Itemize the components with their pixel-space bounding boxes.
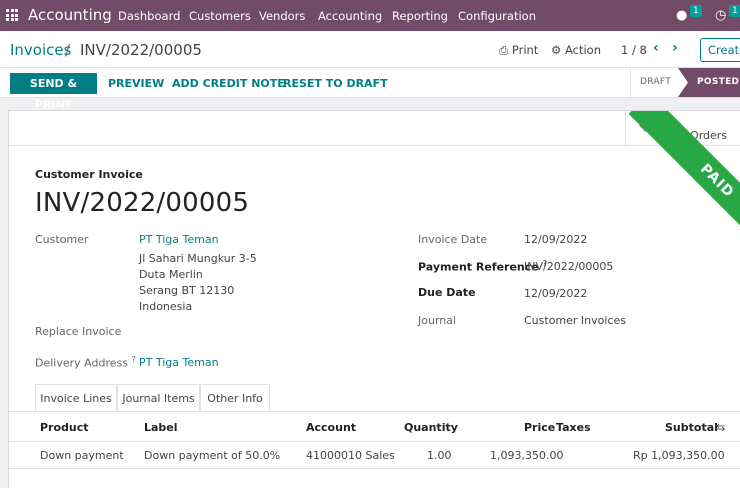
- activities-badge: 1: [729, 5, 740, 17]
- table-header-divider: [9, 441, 740, 442]
- tab-invoice-lines[interactable]: Invoice Lines: [35, 384, 117, 412]
- journal-label: Journal: [418, 314, 457, 327]
- print-label: Print: [511, 43, 539, 57]
- customer-label: Customer: [35, 233, 89, 246]
- customer-name-link[interactable]: PT Tiga Teman: [139, 233, 219, 246]
- clock-icon[interactable]: ◷: [715, 8, 726, 23]
- tab-other-info[interactable]: Other Info: [200, 384, 270, 412]
- customer-address-line: Jl Sahari Mungkur 3-5: [139, 252, 257, 265]
- status-draft[interactable]: DRAFT: [630, 68, 680, 97]
- menu-vendors[interactable]: Vendors: [259, 9, 305, 23]
- app-name[interactable]: Accounting: [28, 6, 112, 24]
- form-sheet: ✎ 1 Sale Orders PAID Customer Invoice IN…: [8, 110, 740, 488]
- menu-dashboard[interactable]: Dashboard: [118, 9, 180, 23]
- journal-value[interactable]: Customer Invoices: [524, 314, 626, 327]
- print-button[interactable]: ⎙ Print: [499, 43, 538, 58]
- apps-menu-icon[interactable]: [6, 9, 18, 21]
- help-icon: ?: [131, 355, 136, 364]
- customer-address-line: Duta Merlin: [139, 268, 203, 281]
- send-print-button[interactable]: SEND & PRINT: [10, 73, 97, 111]
- pager-next-icon[interactable]: ›: [672, 40, 678, 56]
- form-action-bar: SEND & PRINT PREVIEW ADD CREDIT NOTE RES…: [0, 68, 740, 111]
- column-header-account[interactable]: Account: [306, 421, 356, 434]
- column-header-label[interactable]: Label: [144, 421, 178, 434]
- delivery-address-label: Delivery Address ?: [35, 355, 136, 370]
- column-header-price[interactable]: Price: [524, 421, 555, 434]
- customer-address-line: Serang BT 12130: [139, 284, 235, 297]
- column-header-subtotal[interactable]: Subtotal: [665, 421, 718, 434]
- menu-customers[interactable]: Customers: [189, 9, 251, 23]
- gear-icon: ⚙: [551, 43, 562, 57]
- column-header-taxes[interactable]: Taxes: [556, 421, 591, 434]
- table-row-divider: [9, 468, 740, 469]
- due-date-label: Due Date: [418, 286, 476, 299]
- pager-previous-icon[interactable]: ‹: [653, 40, 659, 56]
- due-date-value[interactable]: 12/09/2022: [524, 287, 587, 300]
- invoice-type-label: Customer Invoice: [35, 168, 143, 181]
- action-button[interactable]: ⚙ Action: [551, 43, 601, 57]
- status-posted: POSTED: [678, 68, 740, 97]
- create-button[interactable]: Create: [700, 38, 740, 62]
- add-credit-note-button[interactable]: ADD CREDIT NOTE: [172, 77, 285, 90]
- cell-price[interactable]: 1,093,350.00: [490, 449, 563, 462]
- invoice-date-value[interactable]: 12/09/2022: [524, 233, 587, 246]
- action-label: Action: [564, 43, 601, 57]
- menu-accounting[interactable]: Accounting: [318, 9, 382, 23]
- tab-divider: [9, 411, 740, 412]
- menu-configuration[interactable]: Configuration: [458, 9, 536, 23]
- payment-reference-value[interactable]: INV/2022/00005: [524, 260, 613, 273]
- cell-subtotal: Rp 1,093,350.00: [633, 449, 725, 462]
- breadcrumb-invoices[interactable]: Invoices: [10, 41, 71, 59]
- cell-product[interactable]: Down payment: [40, 449, 124, 462]
- messages-badge: 1: [690, 5, 702, 17]
- delivery-address-link[interactable]: PT Tiga Teman: [139, 356, 219, 369]
- breadcrumb-current: INV/2022/00005: [80, 41, 202, 59]
- cell-label[interactable]: Down payment of 50.0%: [144, 449, 280, 462]
- invoice-number: INV/2022/00005: [35, 188, 250, 218]
- breadcrumb-separator: /: [65, 41, 71, 59]
- print-icon: ⎙: [499, 43, 509, 57]
- preview-button[interactable]: PREVIEW: [108, 77, 164, 90]
- top-navbar: Accounting Dashboard Customers Vendors A…: [0, 0, 740, 31]
- tab-journal-items[interactable]: Journal Items: [117, 384, 200, 412]
- reset-to-draft-button[interactable]: RESET TO DRAFT: [283, 77, 388, 90]
- column-header-product[interactable]: Product: [40, 421, 89, 434]
- optional-columns-icon[interactable]: ⇆: [716, 421, 725, 434]
- menu-reporting[interactable]: Reporting: [392, 9, 448, 23]
- cell-quantity[interactable]: 1.00: [427, 449, 452, 462]
- pager-value[interactable]: 1 / 8: [621, 43, 647, 57]
- customer-address-line: Indonesia: [139, 300, 193, 313]
- column-header-quantity[interactable]: Quantity: [404, 421, 458, 434]
- control-panel: Invoices / INV/2022/00005 ⎙ Print ⚙ Acti…: [0, 31, 740, 68]
- invoice-date-label: Invoice Date: [418, 233, 488, 246]
- cell-account[interactable]: 41000010 Sales: [306, 449, 395, 462]
- replace-invoice-label: Replace Invoice: [35, 325, 122, 338]
- chat-icon[interactable]: ●: [676, 8, 687, 23]
